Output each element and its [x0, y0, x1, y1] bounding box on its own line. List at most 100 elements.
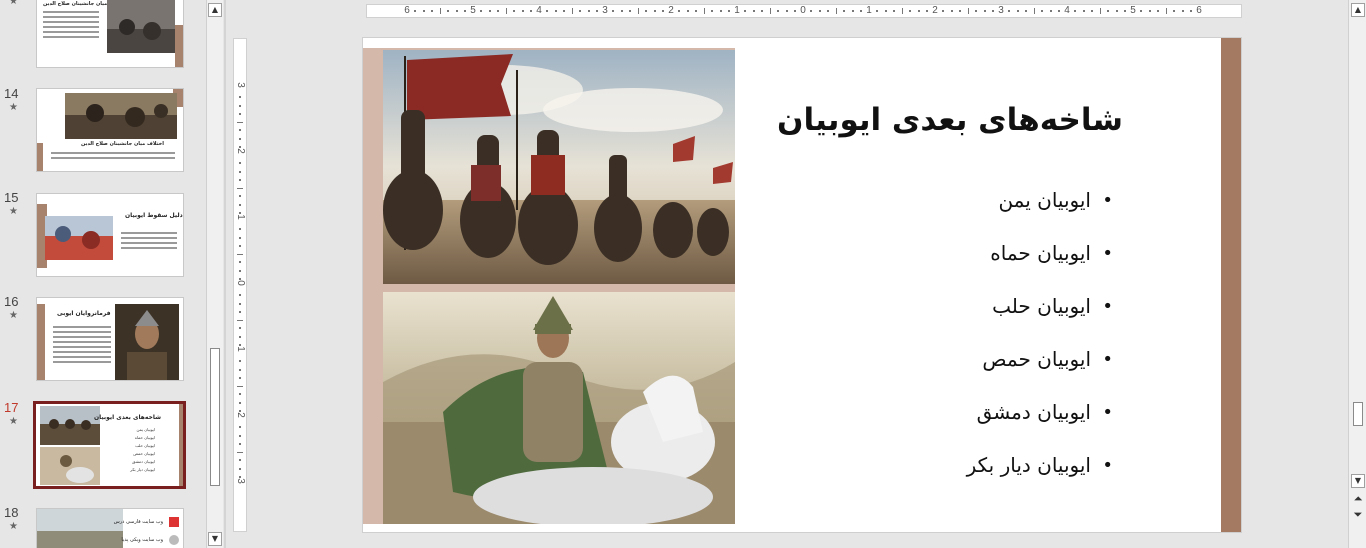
ruler-tick: [925, 10, 928, 12]
slide-editor-scrollbar[interactable]: ▲ ▼ ⏶ ⏷: [1348, 0, 1366, 548]
scroll-up-button[interactable]: ▲: [208, 3, 222, 17]
bullet-item[interactable]: ایوبیان حمص: [967, 333, 1113, 386]
previous-slide-button[interactable]: ⏶: [1351, 493, 1365, 507]
animation-star-icon: ★: [9, 310, 18, 321]
ruler-tick: [237, 254, 243, 255]
pdf-icon: [169, 517, 179, 527]
scroll-up-button[interactable]: ▲: [1351, 3, 1365, 17]
thumb-title: اختلاف میان جانشینان صلاح الدین: [81, 141, 164, 147]
bullet-item[interactable]: ایوبیان حماه: [967, 227, 1113, 280]
landscape-thumb-image: [37, 509, 123, 548]
ruler-tick: [620, 10, 623, 12]
cavalry-army-image[interactable]: [383, 50, 735, 284]
slide-thumbnail-16[interactable]: فرمانروایان ایوبی: [36, 297, 184, 381]
ruler-tick: [770, 8, 771, 14]
ruler-tick: [239, 228, 241, 231]
ruler-tick: [239, 442, 241, 445]
horizontal-ruler[interactable]: 6 5 4 3 2 1 0 1 2 3 4 5 6: [366, 4, 1242, 18]
ruler-tick: [513, 10, 516, 12]
ruler-tick: [744, 10, 747, 12]
ruler-label: 3: [234, 478, 246, 484]
ruler-tick: [843, 10, 846, 12]
ruler-tick: [1166, 8, 1167, 14]
bullet-item[interactable]: ایوبیان دیار بکر: [967, 439, 1114, 492]
animation-star-icon: ★: [9, 206, 18, 217]
ruler-tick: [414, 10, 417, 12]
ruler-label: 5: [470, 5, 476, 16]
slide-canvas[interactable]: شاخه‌های بعدی ایوبیان ایوبیان یمن ایوبیا…: [362, 37, 1242, 533]
ruler-tick: [529, 10, 532, 12]
ruler-tick: [239, 112, 241, 115]
slide-thumbnail-pane: ★ اختلاف میان جانشینان صلاح الدین 14 ★ ا…: [0, 0, 206, 548]
ruler-tick: [719, 10, 722, 12]
ruler-label: 5: [1130, 5, 1136, 16]
vertical-ruler[interactable]: 3 2 1 0 1 2 3: [233, 38, 247, 532]
ruler-tick: [521, 10, 524, 12]
ruler-label: 6: [1196, 5, 1202, 16]
slide-thumbnail-14[interactable]: اختلاف میان جانشینان صلاح الدین: [36, 88, 184, 172]
scrollbar-thumb[interactable]: [210, 348, 220, 486]
slide-bullet-list[interactable]: ایوبیان یمن ایوبیان حماه ایوبیان حلب ایو…: [967, 174, 1114, 492]
ruler-tick: [239, 96, 241, 99]
ruler-tick: [859, 10, 862, 12]
thumb-text-lines: [53, 326, 111, 366]
ruler-tick: [836, 8, 837, 14]
ruler-tick: [892, 10, 895, 12]
scrollbar-thumb[interactable]: [1353, 402, 1363, 426]
slide-number: 15: [4, 190, 19, 205]
ruler-tick: [595, 10, 598, 12]
battle-painting-thumb-image: [45, 216, 113, 260]
ruler-tick: [239, 310, 241, 313]
ruler-tick: [430, 10, 433, 12]
ruler-tick: [752, 10, 755, 12]
ruler-tick: [1123, 10, 1126, 12]
thumb-link-text: وب سایت ویکی پدیا: [121, 537, 163, 543]
bullet-item[interactable]: ایوبیان حلب: [967, 280, 1113, 333]
ruler-label: 1: [866, 5, 872, 16]
thumb-accent-bar: [37, 304, 45, 380]
slide-number: 18: [4, 505, 19, 520]
ruler-label: 0: [800, 5, 806, 16]
ruler-tick: [727, 10, 730, 12]
ruler-tick: [612, 10, 615, 12]
ruler-tick: [1057, 10, 1060, 12]
slide-thumbnail-18[interactable]: وب سایت فارسی درس وب سایت ویکی پدیا: [36, 508, 184, 548]
mounted-warrior-image[interactable]: [383, 292, 735, 524]
ruler-tick: [826, 10, 829, 12]
next-slide-button[interactable]: ⏷: [1351, 509, 1365, 523]
bullet-item[interactable]: ایوبیان یمن: [967, 174, 1113, 227]
ruler-label: 3: [602, 5, 608, 16]
ruler-tick: [1100, 8, 1101, 14]
slide-number: 14: [4, 86, 19, 101]
ruler-tick: [760, 10, 763, 12]
ruler-tick: [239, 203, 241, 206]
slide-thumbnail-15[interactable]: دلیل سقوط ایوبیان: [36, 193, 184, 277]
ruler-tick: [1148, 10, 1151, 12]
slide-title[interactable]: شاخه‌های بعدی ایوبیان: [777, 102, 1123, 138]
slide-thumbnail-17[interactable]: شاخه‌های بعدی ایوبیان ایوبیان یمن ایوبیان…: [33, 401, 186, 489]
ruler-tick: [1173, 10, 1176, 12]
thumb-link-text: وب سایت فارسی درس: [113, 519, 163, 525]
ruler-tick: [1041, 10, 1044, 12]
pane-splitter[interactable]: [224, 0, 226, 548]
scroll-down-button[interactable]: ▼: [1351, 474, 1365, 488]
ruler-tick: [239, 376, 241, 379]
ruler-tick: [237, 320, 243, 321]
ruler-tick: [455, 10, 458, 12]
scroll-down-button[interactable]: ▼: [208, 532, 222, 546]
ruler-tick: [480, 10, 483, 12]
ruler-tick: [239, 302, 241, 305]
battle-thumb-image: [107, 0, 175, 53]
ruler-label: 1: [734, 5, 740, 16]
ruler-tick: [1024, 10, 1027, 12]
slide-thumbnail-13[interactable]: اختلاف میان جانشینان صلاح الدین: [36, 0, 184, 68]
thumb-title: فرمانروایان ایوبی: [57, 310, 111, 317]
ruler-label: 3: [998, 5, 1004, 16]
bullet-item[interactable]: ایوبیان دمشق: [967, 386, 1114, 439]
ruler-tick: [884, 10, 887, 12]
ruler-tick: [239, 178, 241, 181]
ruler-tick: [902, 8, 903, 14]
ruler-label: 2: [932, 5, 938, 16]
thumb-title: شاخه‌های بعدی ایوبیان: [94, 414, 161, 421]
thumbnail-scrollbar[interactable]: ▲ ▼: [206, 0, 223, 548]
